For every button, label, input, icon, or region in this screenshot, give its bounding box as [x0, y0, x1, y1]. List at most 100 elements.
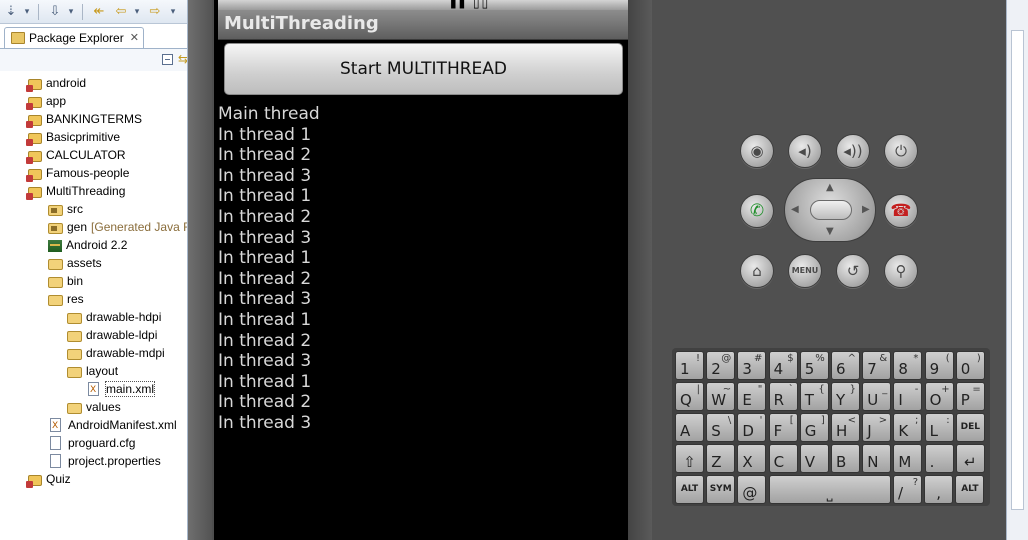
key[interactable]: Y}	[831, 382, 860, 411]
key[interactable]: C	[768, 444, 798, 473]
tree-item[interactable]: Android 2.2	[48, 236, 127, 254]
tree-item[interactable]: project.properties	[48, 452, 161, 470]
key[interactable]: 5%	[799, 351, 829, 380]
key[interactable]: P =	[955, 382, 985, 411]
tree-item[interactable]: drawable-ldpi	[67, 326, 157, 344]
dropdown-icon[interactable]: ▾	[62, 3, 80, 21]
key[interactable]: 2 @	[706, 351, 736, 380]
scrollbar[interactable]	[1011, 30, 1024, 510]
home-button[interactable]: ⌂	[740, 254, 774, 288]
tree-item[interactable]: android	[26, 74, 86, 92]
end-call-button[interactable]: ☎	[884, 194, 918, 228]
start-multithread-button[interactable]: Start MULTITHREAD	[224, 43, 623, 95]
dpad-up-icon[interactable]: ▲	[826, 182, 834, 193]
key[interactable]: 8 *	[893, 351, 923, 380]
key[interactable]: 7 &	[862, 351, 892, 380]
key[interactable]: X	[737, 444, 767, 473]
key[interactable]: D '	[737, 413, 767, 442]
tree-item[interactable]: res	[48, 290, 84, 308]
tree-item[interactable]: CALCULATOR	[26, 146, 126, 164]
key[interactable]: N	[862, 444, 892, 473]
key[interactable]: Q |	[675, 382, 704, 411]
tree-item[interactable]: gen [Generated Java Fi	[48, 218, 187, 236]
tree-item[interactable]: MultiThreading	[26, 182, 125, 200]
key[interactable]: SYM	[706, 475, 736, 504]
key[interactable]: O +	[924, 382, 954, 411]
tree-item[interactable]: proguard.cfg	[48, 434, 135, 452]
close-icon[interactable]: ✕	[130, 28, 139, 48]
key[interactable]: /?	[893, 475, 922, 504]
key[interactable]: L:	[924, 413, 954, 442]
menu-button[interactable]: MENU	[788, 254, 822, 288]
key[interactable]: V	[799, 444, 829, 473]
key[interactable]: ,	[924, 475, 954, 504]
key[interactable]: S \	[706, 413, 736, 442]
key[interactable]: G]	[799, 413, 829, 442]
key[interactable]: F[	[768, 413, 798, 442]
key[interactable]: 4 $	[768, 351, 798, 380]
back-button[interactable]: ↺	[836, 254, 870, 288]
dropdown-icon[interactable]: ▾	[128, 3, 146, 21]
dpad-center-button[interactable]	[810, 200, 852, 220]
key[interactable]: DEL	[955, 413, 985, 442]
call-button[interactable]: ✆	[740, 194, 774, 228]
project-icon	[26, 475, 42, 488]
tree-item[interactable]: values	[67, 398, 121, 416]
tree-item[interactable]: Quiz	[26, 470, 71, 488]
key[interactable]: ALT	[955, 475, 985, 504]
key[interactable]: 9(	[924, 351, 954, 380]
key[interactable]: .	[924, 444, 954, 473]
key[interactable]: E "	[737, 382, 767, 411]
key[interactable]: T{	[799, 382, 829, 411]
dropdown-icon[interactable]: ▾	[164, 3, 182, 21]
key[interactable]: A	[675, 413, 704, 442]
tree-item[interactable]: Famous-people	[26, 164, 129, 182]
key[interactable]: K;	[893, 413, 923, 442]
key[interactable]: M	[893, 444, 923, 473]
key[interactable]: U _	[862, 382, 892, 411]
power-button[interactable]: ⏻	[884, 134, 918, 168]
volume-down-button[interactable]: ◂)	[788, 134, 822, 168]
key[interactable]: H <	[831, 413, 860, 442]
key[interactable]: W ~	[706, 382, 736, 411]
dpad[interactable]: ▲ ▼ ◀ ▶	[784, 178, 876, 242]
tree-item[interactable]: AndroidManifest.xml	[48, 416, 177, 435]
key[interactable]: Z	[706, 444, 736, 473]
last-edit-icon[interactable]: ↞	[90, 3, 108, 21]
forward-icon[interactable]: ⇨	[146, 3, 164, 21]
space-key[interactable]: ⎵	[768, 475, 891, 504]
tree-item[interactable]: drawable-mdpi	[67, 344, 165, 362]
key[interactable]: 3 #	[737, 351, 767, 380]
tab-package-explorer[interactable]: Package Explorer ✕	[4, 27, 144, 49]
key[interactable]: R `	[768, 382, 798, 411]
key[interactable]: J >	[862, 413, 892, 442]
dropdown-icon[interactable]: ▾	[18, 3, 36, 21]
link-with-editor-icon[interactable]: ⇆	[178, 52, 187, 66]
dpad-left-icon[interactable]: ◀	[791, 204, 799, 215]
key[interactable]: ⇧	[675, 444, 704, 473]
tree-item[interactable]: drawable-hdpi	[67, 308, 161, 326]
tree-item[interactable]: src	[48, 200, 83, 218]
key[interactable]: 6 ^	[831, 351, 860, 380]
dpad-right-icon[interactable]: ▶	[862, 204, 870, 215]
tree-item[interactable]: main.xml	[86, 380, 156, 399]
camera-button[interactable]: ◉	[740, 134, 774, 168]
tree-item[interactable]: BANKINGTERMS	[26, 110, 142, 128]
tree-item[interactable]: assets	[48, 254, 102, 272]
key[interactable]: B	[831, 444, 860, 473]
output-line: In thread 3	[218, 351, 312, 372]
key[interactable]: 0)	[955, 351, 985, 380]
search-button[interactable]: ⚲	[884, 254, 918, 288]
key[interactable]: ALT	[675, 475, 704, 504]
dpad-down-icon[interactable]: ▼	[826, 226, 834, 237]
key[interactable]: I-	[893, 382, 923, 411]
tree-item[interactable]: app	[26, 92, 66, 110]
key[interactable]: @	[737, 475, 767, 504]
key[interactable]: 1!	[675, 351, 704, 380]
tree-item[interactable]: Basicprimitive	[26, 128, 120, 146]
volume-up-button[interactable]: ◂))	[836, 134, 870, 168]
tree-item[interactable]: layout	[67, 362, 118, 380]
collapse-all-icon[interactable]	[162, 54, 173, 65]
tree-item[interactable]: bin	[48, 272, 83, 290]
key[interactable]: ↵	[955, 444, 985, 473]
